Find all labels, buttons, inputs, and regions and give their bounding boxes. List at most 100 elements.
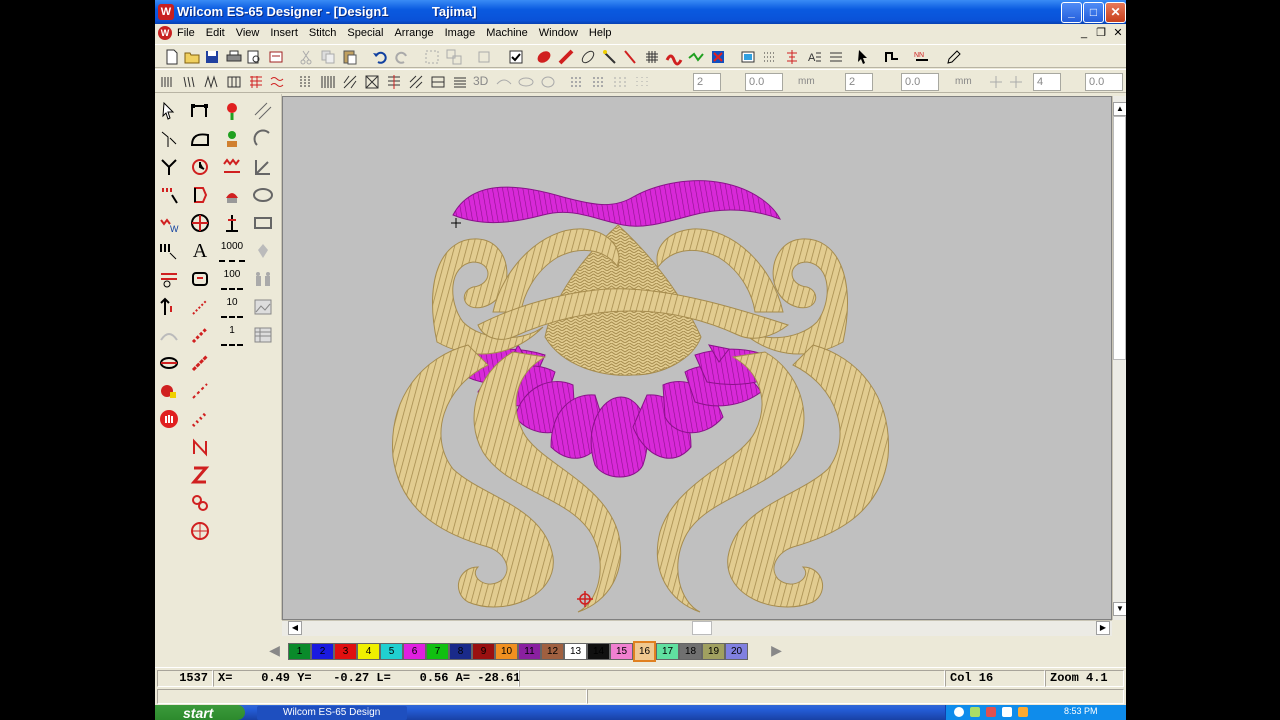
cross-stitch-icon[interactable] (363, 73, 381, 91)
maximize-button[interactable]: □ (1083, 2, 1104, 23)
dotted-grid-icon[interactable] (761, 48, 779, 66)
list-align-icon[interactable] (827, 48, 845, 66)
reshape-icon[interactable] (883, 48, 901, 66)
color-swatch-12[interactable]: 12 (541, 643, 564, 660)
sequin-icon[interactable] (495, 73, 513, 91)
color-wave-2-icon[interactable] (687, 48, 705, 66)
count-1000-label[interactable]: 1000 (219, 240, 245, 262)
stop-hand-icon[interactable] (158, 408, 180, 430)
eye-icon[interactable] (158, 352, 180, 374)
scroll-right-arrow[interactable]: ▶ (1096, 621, 1110, 635)
palette-scroll-right[interactable]: ▶ (765, 643, 788, 660)
plant-icon[interactable] (221, 128, 243, 150)
hand-icon[interactable] (158, 380, 180, 402)
scroll-left-arrow[interactable]: ◀ (288, 621, 302, 635)
clock[interactable]: 8:53 PM (1064, 706, 1098, 716)
appliqué-icon[interactable] (221, 184, 243, 206)
color-swatch-8[interactable]: 8 (449, 643, 472, 660)
stitch-edit-icon[interactable]: NN (913, 48, 931, 66)
paste-icon[interactable] (341, 48, 359, 66)
motif-fill-icon[interactable] (385, 73, 403, 91)
ungroup-icon[interactable] (445, 48, 463, 66)
grid-dots-2-icon[interactable] (589, 73, 607, 91)
app-icon[interactable]: W (158, 4, 174, 20)
line-dots-icon[interactable] (189, 296, 211, 318)
table-icon[interactable] (252, 324, 274, 346)
text-align-icon[interactable]: A (805, 48, 823, 66)
mdi-close-button[interactable]: ✕ (1111, 26, 1125, 40)
globe-icon[interactable] (189, 212, 211, 234)
mdi-restore-button[interactable]: ❐ (1094, 26, 1108, 40)
branch-icon[interactable] (158, 156, 180, 178)
menu-help[interactable]: Help (589, 27, 612, 39)
palette-scroll-left[interactable]: ◀ (263, 643, 286, 660)
select-arrow-icon[interactable] (855, 48, 873, 66)
n-shape-icon[interactable] (189, 436, 211, 458)
3d-effect-button[interactable]: 3D (473, 74, 491, 92)
rotate-icon[interactable] (189, 156, 211, 178)
backstitch-icon[interactable] (189, 408, 211, 430)
copy-icon[interactable] (319, 48, 337, 66)
fancy-fill-icon[interactable] (247, 73, 265, 91)
fill-stitch-icon[interactable] (535, 48, 553, 66)
color-swatch-5[interactable]: 5 (380, 643, 403, 660)
view-design-icon[interactable] (739, 48, 757, 66)
color-swatch-9[interactable]: 9 (472, 643, 495, 660)
polygon-select-icon[interactable] (158, 128, 180, 150)
rectangle-icon[interactable] (252, 212, 274, 234)
tray-icon-1[interactable] (954, 707, 964, 717)
menu-image[interactable]: Image (445, 27, 476, 39)
scroll-up-arrow[interactable]: ▲ (1113, 102, 1126, 116)
cut-stitch-icon[interactable] (158, 268, 180, 290)
holes-icon[interactable] (189, 492, 211, 514)
tatami-stitch-icon[interactable] (181, 73, 199, 91)
lock-icon[interactable] (475, 48, 493, 66)
chain-stitch-icon[interactable] (189, 324, 211, 346)
alignment-icon[interactable] (783, 48, 801, 66)
color-swatch-6[interactable]: 6 (403, 643, 426, 660)
minimize-button[interactable]: _ (1061, 2, 1082, 23)
color-swatch-2[interactable]: 2 (311, 643, 334, 660)
length-field-1[interactable]: 0.0 (745, 73, 783, 91)
mirror-icon[interactable] (189, 184, 211, 206)
stitch-player-icon[interactable] (709, 48, 727, 66)
blend-icon[interactable] (517, 73, 535, 91)
color-swatch-17[interactable]: 17 (656, 643, 679, 660)
spacing-field-1[interactable]: 2 (693, 73, 721, 91)
menu-machine[interactable]: Machine (486, 27, 528, 39)
start-button[interactable]: start (155, 705, 245, 720)
tray-icon-2[interactable] (970, 707, 980, 717)
embroidery-design[interactable] (283, 97, 1111, 619)
vertical-scroll-thumb[interactable] (1113, 116, 1126, 360)
raised-satin-icon[interactable] (429, 73, 447, 91)
color-swatch-13[interactable]: 13 (564, 643, 587, 660)
taskbar-app-button[interactable]: Wilcom ES-65 Design (257, 706, 407, 720)
color-swatch-15[interactable]: 15 (610, 643, 633, 660)
emboss-icon[interactable] (539, 73, 557, 91)
menu-stitch[interactable]: Stitch (309, 27, 337, 39)
travel-stitch-icon[interactable] (158, 184, 180, 206)
menu-file[interactable]: File (177, 27, 195, 39)
group-icon[interactable] (423, 48, 441, 66)
move-right-icon[interactable] (1007, 73, 1025, 91)
stitch-counter-icon[interactable] (221, 212, 243, 234)
mdi-minimize-button[interactable]: _ (1077, 26, 1091, 40)
tray-icon-5[interactable] (1018, 707, 1028, 717)
document-icon[interactable]: W (158, 26, 172, 40)
print-preview-icon[interactable] (245, 48, 263, 66)
color-swatch-18[interactable]: 18 (679, 643, 702, 660)
vertical-scrollbar[interactable]: ▲ ▼ (1112, 96, 1126, 620)
color-wave-icon[interactable] (665, 48, 683, 66)
scroll-down-arrow[interactable]: ▼ (1113, 602, 1126, 616)
arc-icon[interactable] (252, 128, 274, 150)
pattern-run-icon[interactable] (221, 156, 243, 178)
color-swatch-1[interactable]: 1 (288, 643, 311, 660)
cut-icon[interactable] (297, 48, 315, 66)
print-icon[interactable] (225, 48, 243, 66)
close-button[interactable]: ✕ (1105, 2, 1126, 23)
trapunto-icon[interactable] (407, 73, 425, 91)
spray-icon[interactable] (252, 240, 274, 262)
menu-view[interactable]: View (236, 27, 260, 39)
color-swatch-3[interactable]: 3 (334, 643, 357, 660)
length-field-2[interactable]: 0.0 (901, 73, 939, 91)
